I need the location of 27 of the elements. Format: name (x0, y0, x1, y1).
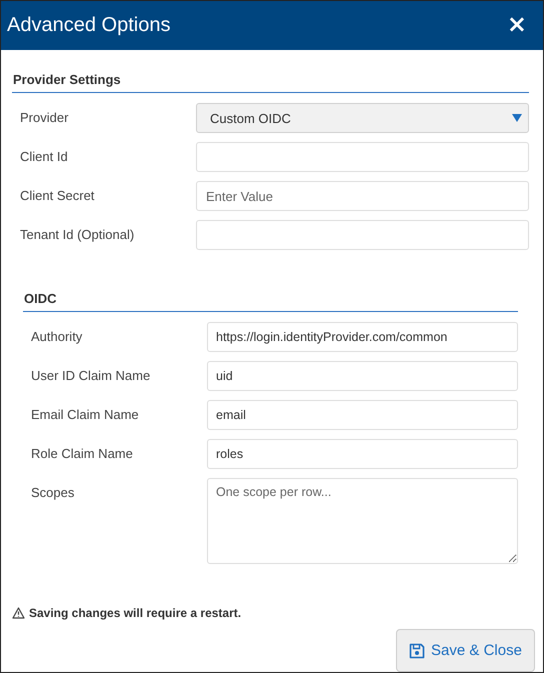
field-label: Authority (30, 328, 84, 346)
close-button[interactable]: × (502, 12, 531, 36)
save-icon (409, 642, 426, 658)
field-label: Email Claim Name (30, 406, 140, 424)
field-label: Scopes (30, 484, 76, 502)
text-field[interactable]: https://login.identityProvider.com/common (207, 322, 518, 352)
text-field[interactable]: roles (207, 439, 518, 469)
text-field[interactable]: uid (207, 361, 518, 391)
warning-text: Saving changes will require a restart. (29, 606, 242, 620)
text-field[interactable] (196, 220, 529, 250)
field-label: User ID Claim Name (30, 367, 152, 385)
scopes-field[interactable]: One scope per row... (207, 478, 518, 564)
field-label: Tenant Id (Optional) (19, 226, 136, 244)
caret-icon (512, 114, 522, 122)
warning-icon (12, 607, 25, 619)
section-heading: Provider Settings (12, 72, 529, 93)
field-label: Client Id (19, 148, 69, 166)
text-field[interactable]: email (207, 400, 518, 430)
save-button[interactable]: Save & Close (396, 629, 535, 672)
field-label: Provider (19, 109, 70, 127)
text-field[interactable] (196, 142, 529, 172)
field-label: Client Secret (19, 187, 96, 205)
window-title: Advanced Options (7, 14, 170, 37)
field-label: Role Claim Name (30, 445, 134, 463)
section-heading: OIDC (23, 291, 518, 312)
provider-dropdown[interactable]: Custom OIDC (196, 103, 529, 133)
text-field[interactable]: Enter Value (196, 181, 529, 211)
